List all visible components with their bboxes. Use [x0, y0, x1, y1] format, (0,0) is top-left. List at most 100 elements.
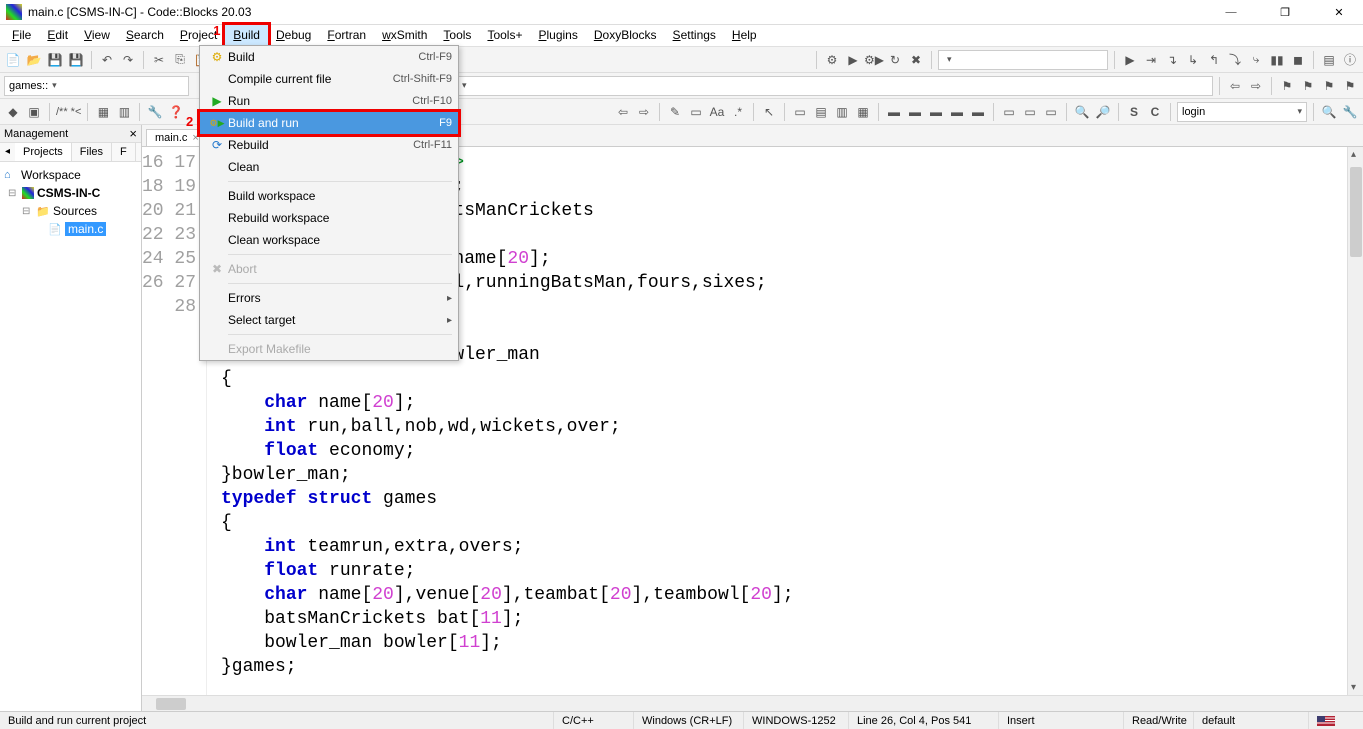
menu-fortran[interactable]: Fortran — [319, 25, 374, 46]
layout4-icon[interactable]: ▦ — [854, 103, 872, 121]
expand-icon[interactable]: ⊟ — [8, 188, 19, 199]
open-icon[interactable]: 📂 — [25, 51, 43, 69]
btn7-icon[interactable]: ▬ — [927, 103, 945, 121]
menu-item-rebuild-workspace[interactable]: Rebuild workspace — [200, 207, 458, 229]
case-icon[interactable]: Aa — [708, 103, 726, 121]
info-icon[interactable]: ⓘ — [1341, 51, 1359, 69]
abort-icon[interactable]: ✖ — [907, 51, 925, 69]
menu-debug[interactable]: Debug — [268, 25, 319, 46]
layout2-icon[interactable]: ▤ — [812, 103, 830, 121]
c-icon[interactable]: C — [1146, 103, 1164, 121]
undo-icon[interactable]: ↶ — [98, 51, 116, 69]
menu-wxsmith[interactable]: wxSmith — [374, 25, 435, 46]
rebuild-icon[interactable]: ↻ — [886, 51, 904, 69]
btn11-icon[interactable]: ▭ — [1021, 103, 1039, 121]
back-icon[interactable]: ⇦ — [614, 103, 632, 121]
menu-view[interactable]: View — [76, 25, 118, 46]
doxy-extract-icon[interactable]: ▣ — [25, 103, 43, 121]
debug-windows-icon[interactable]: ▤ — [1320, 51, 1338, 69]
save-icon[interactable]: 💾 — [46, 51, 64, 69]
layout1-icon[interactable]: ▭ — [791, 103, 809, 121]
break-icon[interactable]: ▮▮ — [1268, 51, 1286, 69]
horizontal-scrollbar[interactable] — [142, 695, 1363, 711]
scroll-up-icon[interactable]: ▴ — [1351, 149, 1356, 160]
copy-icon[interactable]: ⎘ — [171, 51, 189, 69]
file-tab-close-icon[interactable]: × — [192, 132, 198, 144]
scroll-thumb[interactable] — [1350, 167, 1362, 257]
function-combo[interactable]: ▾ — [453, 76, 1213, 96]
redo-icon[interactable]: ↷ — [119, 51, 137, 69]
menu-doxyblocks[interactable]: DoxyBlocks — [586, 25, 665, 46]
menu-search[interactable]: Search — [118, 25, 172, 46]
close-button[interactable]: ✕ — [1321, 6, 1357, 19]
menu-item-compile-current-file[interactable]: Compile current fileCtrl-Shift-F9 — [200, 68, 458, 90]
regex-icon[interactable]: .* — [729, 103, 747, 121]
menu-help[interactable]: Help — [724, 25, 765, 46]
target-combo[interactable]: ▾ — [938, 50, 1108, 70]
maximize-button[interactable]: ❐ — [1267, 6, 1303, 19]
tree-project[interactable]: ⊟ CSMS-IN-C — [4, 184, 137, 202]
btn10-icon[interactable]: ▭ — [1000, 103, 1018, 121]
hscroll-thumb[interactable] — [156, 698, 186, 710]
menu-settings[interactable]: Settings — [665, 25, 724, 46]
menu-item-errors[interactable]: Errors▸ — [200, 287, 458, 309]
tab-nav-left[interactable]: ◂ — [0, 143, 15, 161]
menu-item-build-and-run[interactable]: ⚙▶Build and runF92 — [200, 112, 458, 134]
btn12-icon[interactable]: ▭ — [1042, 103, 1060, 121]
debug-run-icon[interactable]: ▶ — [1121, 51, 1139, 69]
tab-projects[interactable]: Projects — [15, 143, 72, 161]
expand-icon[interactable]: ⊟ — [22, 206, 33, 217]
project-tree[interactable]: ⌂ Workspace ⊟ CSMS-IN-C ⊟ 📁 Sources 📄 ma… — [0, 162, 141, 242]
config-icon[interactable]: 🔧 — [146, 103, 164, 121]
login-combo[interactable]: login ▾ — [1177, 102, 1307, 122]
language-flag-icon[interactable] — [1317, 716, 1335, 726]
step-instr-icon[interactable]: ⤷ — [1247, 51, 1265, 69]
menu-item-clean-workspace[interactable]: Clean workspace — [200, 229, 458, 251]
tab-files[interactable]: Files — [72, 143, 112, 161]
scope-combo[interactable]: games:: ▾ — [4, 76, 189, 96]
menu-item-rebuild[interactable]: ⟳RebuildCtrl-F11 — [200, 134, 458, 156]
build-run-icon[interactable]: ⚙▶ — [865, 51, 883, 69]
save-all-icon[interactable]: 💾 — [67, 51, 85, 69]
layout3-icon[interactable]: ▥ — [833, 103, 851, 121]
search-icon[interactable]: 🔍 — [1320, 103, 1338, 121]
menu-item-run[interactable]: ▶RunCtrl-F10 — [200, 90, 458, 112]
doc-comment-icon[interactable]: /** *< — [56, 103, 81, 121]
menu-tools[interactable]: Tools — [435, 25, 479, 46]
menu-item-build[interactable]: ⚙BuildCtrl-F9 — [200, 46, 458, 68]
nav-forward-icon[interactable]: ⇨ — [1247, 77, 1265, 95]
menu-file[interactable]: File — [4, 25, 39, 46]
text-icon[interactable]: ▭ — [687, 103, 705, 121]
run-doxy-icon[interactable]: ▦ — [94, 103, 112, 121]
menu-plugins[interactable]: Plugins — [530, 25, 585, 46]
step-into-icon[interactable]: ↳ — [1184, 51, 1202, 69]
pref-icon[interactable]: ❓ — [167, 103, 185, 121]
run-icon[interactable]: ▶ — [844, 51, 862, 69]
wrench-icon[interactable]: 🔧 — [1341, 103, 1359, 121]
new-file-icon[interactable]: 📄 — [4, 51, 22, 69]
scroll-down-icon[interactable]: ▾ — [1351, 682, 1356, 693]
bookmark-prev-icon[interactable]: ⚑ — [1299, 77, 1317, 95]
cut-icon[interactable]: ✂ — [150, 51, 168, 69]
menu-item-build-workspace[interactable]: Build workspace — [200, 185, 458, 207]
highlight-icon[interactable]: ✎ — [666, 103, 684, 121]
zoom-out-icon[interactable]: 🔎 — [1094, 103, 1112, 121]
menu-edit[interactable]: Edit — [39, 25, 76, 46]
tree-sources[interactable]: ⊟ 📁 Sources — [4, 202, 137, 220]
zoom-in-icon[interactable]: 🔍 — [1073, 103, 1091, 121]
menu-item-clean[interactable]: Clean — [200, 156, 458, 178]
vertical-scrollbar[interactable]: ▴ ▾ — [1347, 147, 1363, 695]
nav-back-icon[interactable]: ⇦ — [1226, 77, 1244, 95]
btn9-icon[interactable]: ▬ — [969, 103, 987, 121]
s-icon[interactable]: S — [1125, 103, 1143, 121]
btn6-icon[interactable]: ▬ — [906, 103, 924, 121]
select-icon[interactable]: ↖ — [760, 103, 778, 121]
bookmark-clear-icon[interactable]: ⚑ — [1341, 77, 1359, 95]
btn8-icon[interactable]: ▬ — [948, 103, 966, 121]
stop-icon[interactable]: ◼ — [1289, 51, 1307, 69]
btn5-icon[interactable]: ▬ — [885, 103, 903, 121]
menu-build[interactable]: Build1 — [225, 25, 268, 46]
tree-workspace[interactable]: ⌂ Workspace — [4, 166, 137, 184]
bookmark-flag-icon[interactable]: ⚑ — [1278, 77, 1296, 95]
run-to-cursor-icon[interactable]: ⇥ — [1142, 51, 1160, 69]
